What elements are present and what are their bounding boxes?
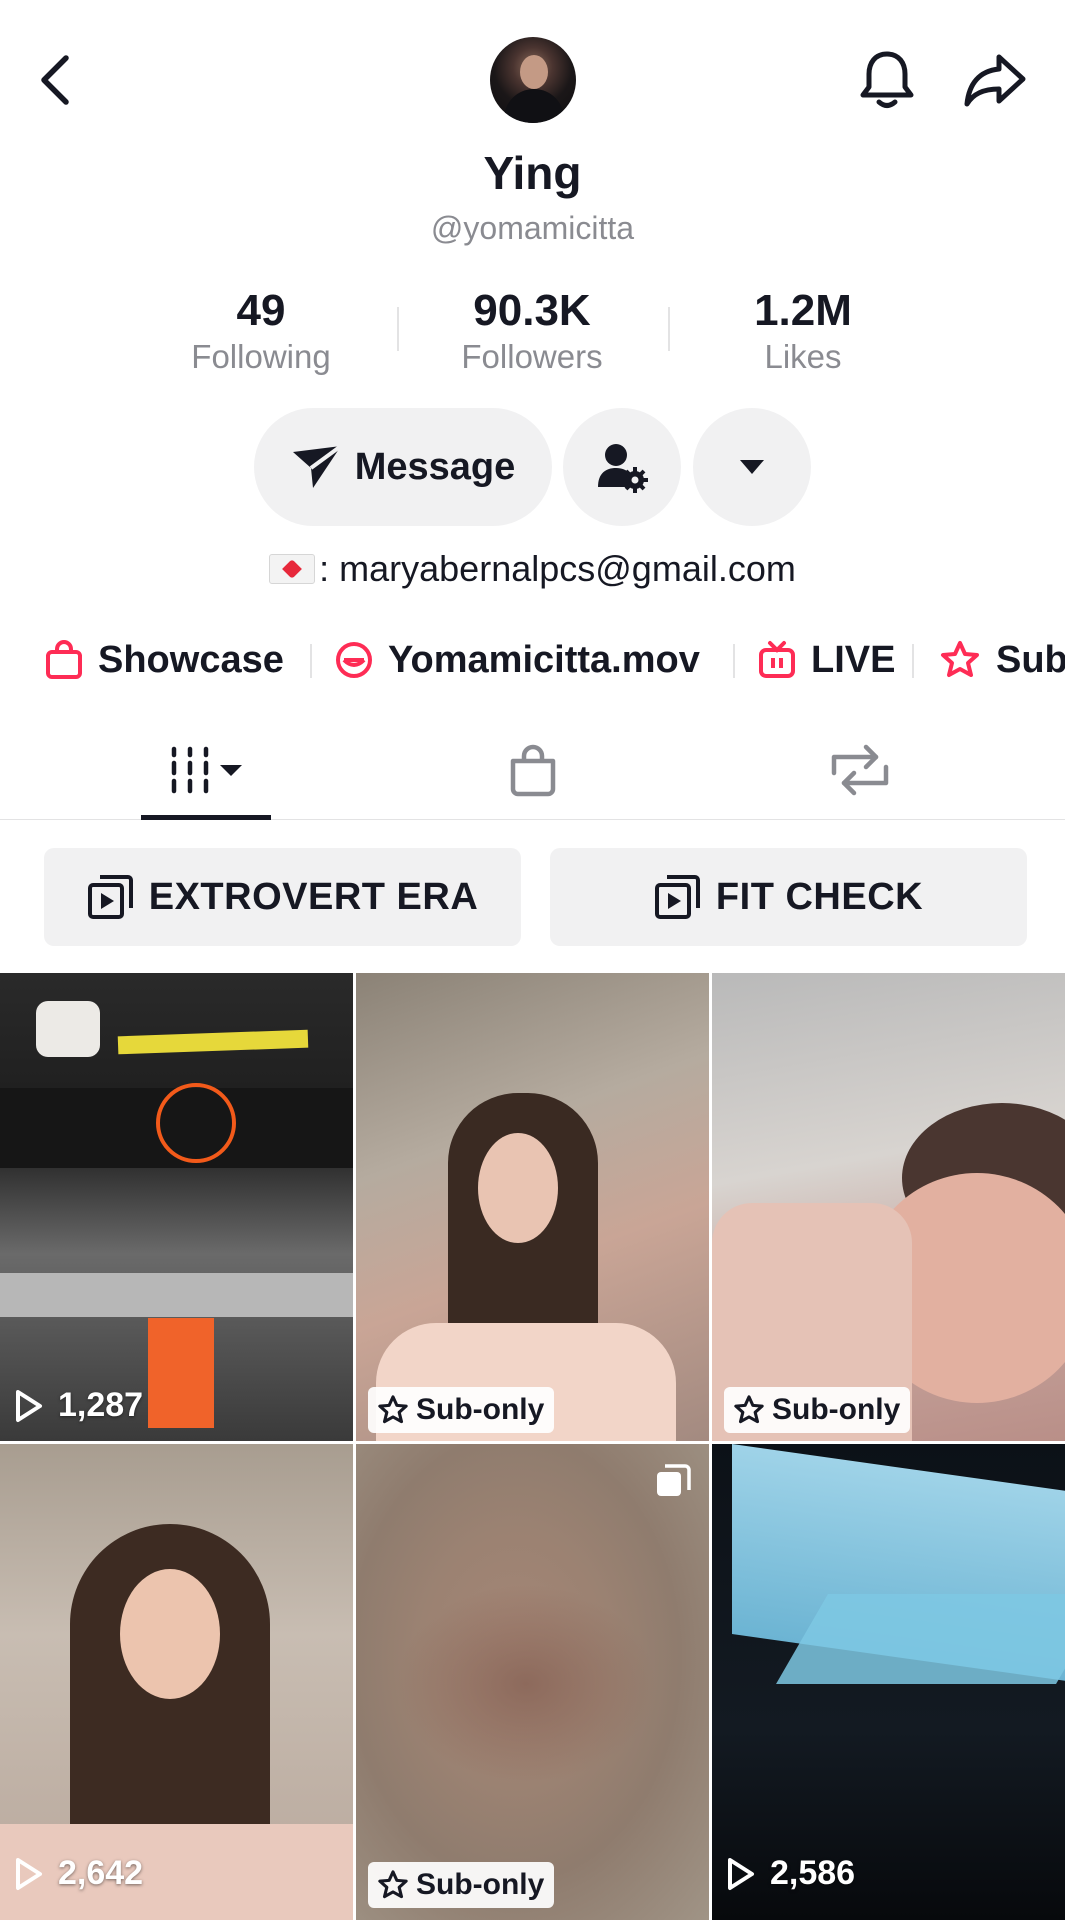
divider (310, 644, 312, 678)
link-label: Yomamicitta.mov (388, 638, 700, 681)
stat-followers[interactable]: 90.3K Followers (432, 285, 632, 377)
stat-likes[interactable]: 1.2M Likes (703, 285, 903, 377)
playlist-card[interactable]: FIT CHECK (550, 848, 1027, 946)
link-showcase[interactable]: Showcase (44, 630, 284, 690)
link-label: Showcase (98, 638, 284, 681)
view-count: 1,287 (14, 1386, 143, 1425)
divider (733, 644, 735, 678)
playlist-title: FIT CHECK (715, 875, 924, 918)
divider (912, 644, 914, 678)
followers-count: 90.3K (473, 286, 591, 335)
play-icon (16, 1857, 42, 1890)
profile-links: Showcase Yomamicitta.mov LIVE Sub (0, 630, 1065, 690)
link-subscription[interactable]: Sub (938, 630, 1065, 690)
bio: : maryabernalpcs@gmail.com (0, 548, 1065, 590)
back-button[interactable] (30, 50, 80, 110)
video-thumbnail[interactable]: 1,287 (0, 973, 353, 1441)
share-arrow-icon (964, 54, 1026, 107)
profile-stats: 49 Following 90.3K Followers 1.2M Likes (0, 285, 1065, 385)
star-hand-icon (734, 1395, 764, 1424)
user-gear-icon (598, 444, 648, 493)
likes-label: Likes (764, 338, 842, 375)
stat-following[interactable]: 49 Following (161, 285, 361, 377)
star-hand-icon (378, 1395, 408, 1424)
videos-grid-icon (171, 746, 242, 794)
following-label: Following (191, 338, 331, 375)
lemon8-icon (336, 642, 372, 678)
shopping-bag-icon (46, 640, 82, 679)
following-count: 49 (236, 286, 286, 335)
active-tab-indicator (141, 815, 271, 820)
more-dropdown-button[interactable] (693, 408, 811, 526)
link-live[interactable]: LIVE (757, 630, 895, 690)
sub-only-badge: Sub-only (724, 1387, 911, 1433)
repost-icon (831, 744, 888, 796)
link-label: LIVE (811, 638, 896, 681)
message-button[interactable]: Message (254, 408, 552, 526)
share-button[interactable] (960, 45, 1030, 115)
caret-down-icon (740, 460, 764, 474)
tab-videos[interactable] (141, 720, 271, 820)
notification-button[interactable] (855, 45, 919, 115)
video-thumbnail[interactable]: Sub-only (356, 1444, 709, 1920)
sub-only-badge: Sub-only (368, 1387, 555, 1433)
video-thumbnail[interactable]: Sub-only (712, 973, 1065, 1441)
content-tabs (0, 720, 1065, 820)
star-hand-icon (378, 1870, 408, 1899)
follow-settings-button[interactable] (563, 408, 681, 526)
profile-actions: Message (0, 408, 1065, 526)
video-thumbnail[interactable]: 2,586 (712, 1444, 1065, 1920)
view-count: 2,642 (14, 1854, 143, 1893)
play-icon (16, 1389, 42, 1422)
video-grid: 1,287 Sub-only Sub-only 2,642 Sub-only 2… (0, 973, 1065, 1920)
star-hand-icon (941, 641, 979, 677)
video-thumbnail[interactable]: Sub-only (356, 973, 709, 1441)
video-thumbnail[interactable]: 2,642 (0, 1444, 353, 1920)
tab-reposts[interactable] (797, 720, 922, 820)
link-label: Sub (996, 638, 1065, 681)
divider (668, 307, 670, 351)
link-lemon8[interactable]: Yomamicitta.mov (334, 630, 700, 690)
playlist-icon (654, 875, 700, 919)
shop-bag-icon (510, 744, 555, 797)
love-letter-icon (269, 554, 316, 584)
play-icon (728, 1857, 754, 1890)
bio-text: : maryabernalpcs@gmail.com (319, 548, 796, 589)
divider (397, 307, 399, 351)
message-label: Message (354, 445, 516, 488)
tab-shop[interactable] (470, 720, 595, 820)
playlists: EXTROVERT ERA FIT CHECK (0, 848, 1065, 946)
send-icon (292, 444, 342, 488)
followers-label: Followers (461, 338, 603, 375)
chevron-left-icon (41, 55, 69, 105)
likes-count: 1.2M (754, 286, 852, 335)
view-count: 2,586 (726, 1854, 855, 1893)
bell-icon (860, 51, 914, 108)
top-bar (0, 0, 1065, 150)
sub-only-badge: Sub-only (368, 1862, 555, 1908)
tv-icon (759, 641, 795, 678)
playlist-card[interactable]: EXTROVERT ERA (44, 848, 521, 946)
playlist-title: EXTROVERT ERA (148, 875, 479, 918)
avatar[interactable] (490, 37, 576, 123)
playlist-icon (87, 875, 133, 919)
multi-photo-icon (653, 1462, 693, 1507)
username: @yomamicitta (430, 210, 635, 246)
display-name: Ying (483, 147, 582, 199)
